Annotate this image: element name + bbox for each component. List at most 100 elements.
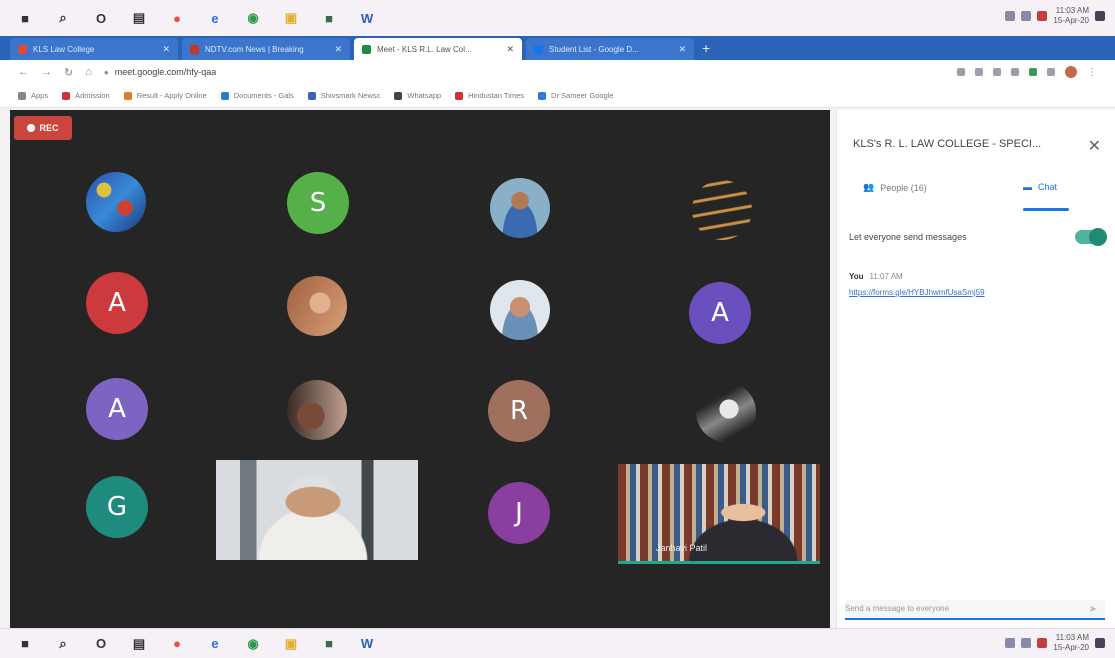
bookmark-icon bbox=[62, 91, 71, 100]
back-icon[interactable]: ← bbox=[18, 66, 29, 78]
participant-avatar[interactable]: A bbox=[86, 378, 148, 440]
participant-avatar[interactable]: A bbox=[86, 272, 148, 334]
send-icon[interactable]: ➤ bbox=[1089, 604, 1097, 615]
tab-chat[interactable]: ▬ Chat bbox=[1023, 182, 1057, 192]
browser-tab-strip: KLS Law College ✕ NDTV.com News | Breaki… bbox=[0, 36, 1115, 60]
task-view-icon[interactable]: ▤ bbox=[128, 633, 150, 655]
participant-avatar[interactable]: S bbox=[287, 172, 349, 234]
url-field[interactable]: meet.google.com/hfy-qaa bbox=[115, 67, 217, 77]
favicon-icon bbox=[190, 44, 199, 54]
star-icon[interactable] bbox=[993, 68, 1001, 76]
bookmark-icon bbox=[455, 91, 464, 100]
network-icon[interactable] bbox=[1005, 11, 1016, 21]
send-messages-toggle[interactable] bbox=[1075, 228, 1107, 246]
bookmark-result[interactable]: Result - Apply Online bbox=[123, 91, 207, 100]
close-tab-icon[interactable]: ✕ bbox=[506, 44, 514, 55]
participant-name-label: Janhavi Patil bbox=[656, 543, 708, 553]
tab-ndtv[interactable]: NDTV.com News | Breaking ✕ bbox=[182, 38, 350, 60]
participant-avatar-photo[interactable] bbox=[490, 178, 550, 238]
tab-student-list[interactable]: Student List - Google D... ✕ bbox=[526, 38, 694, 60]
tab-people[interactable]: 👥 People (16) bbox=[863, 182, 927, 193]
tab-kls-law-college[interactable]: KLS Law College ✕ bbox=[10, 38, 178, 60]
extension-icon[interactable] bbox=[1011, 68, 1019, 76]
participant-avatar[interactable]: R bbox=[488, 380, 550, 442]
volume-icon[interactable] bbox=[1021, 638, 1032, 648]
camera-icon[interactable] bbox=[957, 68, 965, 76]
participant-avatar[interactable]: G bbox=[86, 476, 148, 538]
cortana-icon[interactable]: O bbox=[90, 633, 112, 655]
close-tab-icon[interactable]: ✕ bbox=[678, 44, 686, 55]
explorer-icon[interactable]: ▣ bbox=[280, 633, 302, 655]
participant-avatar-photo[interactable] bbox=[490, 280, 550, 340]
clock[interactable]: 11:03 AM 15-Apr-20 bbox=[1053, 6, 1089, 26]
app-icon[interactable]: ■ bbox=[318, 7, 340, 29]
edge-icon[interactable]: e bbox=[204, 7, 226, 29]
extension-icon[interactable] bbox=[1029, 68, 1037, 76]
participant-avatar-photo[interactable] bbox=[692, 180, 752, 240]
setting-let-everyone-send: Let everyone send messages bbox=[849, 226, 1107, 248]
menu-icon[interactable]: ⋮ bbox=[1087, 67, 1097, 78]
clock[interactable]: 11:03 AM 15-Apr-20 bbox=[1053, 633, 1089, 653]
reload-icon[interactable]: ↻ bbox=[64, 66, 73, 79]
tab-meet[interactable]: Meet - KLS R.L. Law Col... ✕ bbox=[354, 38, 522, 60]
start-icon[interactable]: ■ bbox=[14, 633, 36, 655]
chat-message-link[interactable]: https://forms.gle/HYBJhwmfUsaSmj59 bbox=[849, 288, 985, 297]
favicon-icon bbox=[362, 44, 371, 54]
forward-icon[interactable]: → bbox=[41, 66, 52, 78]
explorer-icon[interactable]: ▣ bbox=[280, 7, 302, 29]
edge-icon[interactable]: e bbox=[204, 633, 226, 655]
close-tab-icon[interactable]: ✕ bbox=[162, 44, 170, 55]
bookmark-apps[interactable]: Apps bbox=[18, 91, 48, 100]
word-icon[interactable]: W bbox=[356, 7, 378, 29]
bookmark-documents[interactable]: Documents - Gals bbox=[220, 91, 294, 100]
google-icon bbox=[538, 91, 547, 100]
bookmark-whatsapp[interactable]: Whatsapp bbox=[394, 91, 441, 100]
notification-icon[interactable] bbox=[1095, 638, 1105, 648]
drive-icon bbox=[220, 91, 229, 100]
new-tab-button[interactable]: + bbox=[702, 40, 710, 56]
record-icon bbox=[27, 124, 36, 132]
bookmarks-bar: Apps Admission Result - Apply Online Doc… bbox=[0, 84, 1115, 108]
close-panel-icon[interactable]: ✕ bbox=[1088, 136, 1101, 156]
search-icon[interactable]: ⌕ bbox=[52, 7, 74, 29]
home-icon[interactable]: ⌂ bbox=[85, 66, 92, 78]
media-icon[interactable]: ● bbox=[166, 633, 188, 655]
chrome-icon[interactable]: ◉ bbox=[242, 633, 264, 655]
meeting-title: KLS's R. L. LAW COLLEGE - SPECI... bbox=[853, 138, 1042, 150]
chrome-icon[interactable]: ◉ bbox=[242, 7, 264, 29]
bookmark-dr-sameer[interactable]: Dr Sameer Google bbox=[538, 91, 614, 100]
app-icon[interactable]: ■ bbox=[318, 633, 340, 655]
system-tray-bottom: 11:03 AM 15-Apr-20 bbox=[1005, 633, 1105, 653]
participant-avatar[interactable]: J bbox=[488, 482, 550, 544]
extension-icon[interactable] bbox=[1047, 68, 1055, 76]
bookmark-shivsmark[interactable]: Shivsmark Newsc bbox=[307, 91, 380, 100]
battery-icon[interactable] bbox=[1037, 11, 1048, 21]
bookmark-admission[interactable]: Admission bbox=[62, 91, 110, 100]
zoom-icon[interactable] bbox=[975, 68, 983, 76]
media-icon[interactable]: ● bbox=[166, 7, 188, 29]
search-icon[interactable]: ⌕ bbox=[52, 633, 74, 655]
apps-icon bbox=[18, 91, 26, 100]
network-icon[interactable] bbox=[1005, 638, 1016, 648]
word-icon[interactable]: W bbox=[356, 633, 378, 655]
participant-avatar-photo[interactable] bbox=[696, 382, 756, 442]
participant-avatar[interactable]: A bbox=[689, 282, 751, 344]
participant-video-tile-teacher[interactable] bbox=[216, 460, 418, 560]
close-tab-icon[interactable]: ✕ bbox=[334, 44, 342, 55]
profile-avatar[interactable] bbox=[1065, 66, 1077, 78]
start-icon[interactable]: ■ bbox=[14, 7, 36, 29]
participant-avatar-photo[interactable] bbox=[86, 172, 146, 232]
participant-video-tile-student[interactable]: Janhavi Patil bbox=[618, 464, 820, 564]
cortana-icon[interactable]: O bbox=[90, 7, 112, 29]
chat-message-header: You 11:07 AM bbox=[849, 272, 903, 281]
bookmark-hindustan-times[interactable]: Hindustan Times bbox=[455, 91, 524, 100]
active-tab-indicator bbox=[1023, 208, 1069, 211]
participant-avatar-photo[interactable] bbox=[287, 276, 347, 336]
task-view-icon[interactable]: ▤ bbox=[128, 7, 150, 29]
notification-icon[interactable] bbox=[1095, 11, 1105, 21]
chat-message-input[interactable]: Send a message to everyone bbox=[845, 600, 1105, 620]
volume-icon[interactable] bbox=[1021, 11, 1032, 21]
favicon-icon bbox=[18, 44, 27, 54]
participant-avatar-photo[interactable] bbox=[287, 380, 347, 440]
battery-icon[interactable] bbox=[1037, 638, 1048, 648]
